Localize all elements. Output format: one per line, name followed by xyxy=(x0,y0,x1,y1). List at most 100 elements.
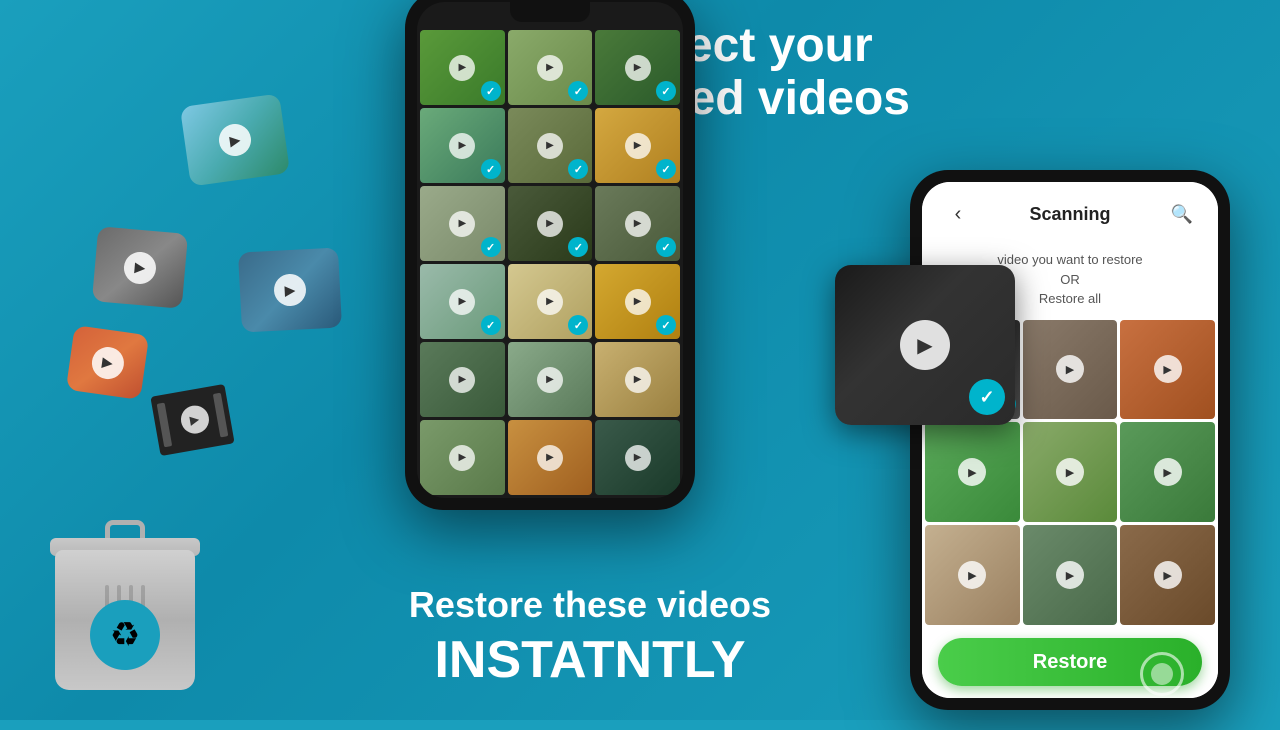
video-thumbnail[interactable]: ▶ ✓ xyxy=(420,264,505,339)
scanning-title: Scanning xyxy=(1029,204,1110,225)
right-video-thumbnail[interactable]: ▶ xyxy=(1120,320,1215,420)
right-video-thumbnail[interactable]: ▶ xyxy=(1023,320,1118,420)
video-thumbnail[interactable]: ▶ xyxy=(420,342,505,417)
play-icon: ▶ xyxy=(123,250,158,285)
play-icon: ▶ xyxy=(625,55,651,81)
play-icon: ▶ xyxy=(1154,561,1182,589)
play-icon: ▶ xyxy=(178,403,210,435)
play-icon: ▶ xyxy=(1056,355,1084,383)
video-thumbnail[interactable]: ▶ xyxy=(508,420,593,495)
right-phone: ‹ Scanning 🔍 video you want to restore O… xyxy=(910,170,1250,730)
touch-icon xyxy=(1140,652,1190,702)
bottom-text: Restore these videos INSTATNTLY xyxy=(330,584,850,690)
recycle-icon: ♻ xyxy=(90,600,160,670)
video-thumbnail[interactable]: ▶ ✓ xyxy=(420,186,505,261)
right-phone-frame: ‹ Scanning 🔍 video you want to restore O… xyxy=(910,170,1230,710)
floating-video-3: ▶ xyxy=(238,247,342,332)
video-thumbnail[interactable]: ▶ ✓ xyxy=(508,186,593,261)
play-icon: ▶ xyxy=(958,458,986,486)
video-thumbnail[interactable]: ▶ ✓ xyxy=(595,186,680,261)
trash-bin-container: ♻ xyxy=(25,470,225,690)
play-icon: ▶ xyxy=(625,211,651,237)
play-icon: ▶ xyxy=(537,211,563,237)
check-mark: ✓ xyxy=(568,315,588,335)
restore-headline-2: INSTATNTLY xyxy=(330,630,850,690)
floating-car-video: ▶ ✓ xyxy=(835,265,1015,425)
play-icon: ▶ xyxy=(89,344,125,380)
check-mark: ✓ xyxy=(656,237,676,257)
play-icon: ▶ xyxy=(273,273,307,307)
center-phone-frame: ▶ ✓ ▶ ✓ ▶ ✓ ▶ ✓ ▶ ✓ ▶ ✓ xyxy=(405,0,695,510)
phone-notch xyxy=(510,2,590,22)
right-video-thumbnail[interactable]: ▶ xyxy=(925,525,1020,625)
right-video-thumbnail[interactable]: ▶ xyxy=(1120,525,1215,625)
right-video-thumbnail[interactable]: ▶ xyxy=(1023,422,1118,522)
video-thumbnail[interactable]: ▶ xyxy=(508,342,593,417)
play-icon: ▶ xyxy=(958,561,986,589)
video-thumbnail[interactable]: ▶ ✓ xyxy=(595,30,680,105)
play-icon: ▶ xyxy=(449,445,475,471)
center-phone-screen: ▶ ✓ ▶ ✓ ▶ ✓ ▶ ✓ ▶ ✓ ▶ ✓ xyxy=(417,2,683,498)
play-icon: ▶ xyxy=(449,133,475,159)
play-icon: ▶ xyxy=(449,211,475,237)
play-icon: ▶ xyxy=(537,289,563,315)
trash-bin: ♻ xyxy=(50,520,200,690)
play-icon: ▶ xyxy=(625,445,651,471)
floating-video-1: ▶ xyxy=(180,93,290,186)
check-mark: ✓ xyxy=(656,315,676,335)
check-mark: ✓ xyxy=(568,159,588,179)
play-icon: ▶ xyxy=(449,289,475,315)
back-button[interactable]: ‹ xyxy=(942,198,974,230)
touch-inner xyxy=(1151,663,1173,685)
check-mark: ✓ xyxy=(568,237,588,257)
right-video-thumbnail[interactable]: ▶ xyxy=(925,422,1020,522)
play-icon: ▶ xyxy=(625,289,651,315)
phone-header: ‹ Scanning 🔍 xyxy=(922,182,1218,242)
check-mark: ✓ xyxy=(481,315,501,335)
video-thumbnail[interactable]: ▶ ✓ xyxy=(595,108,680,183)
trash-body: ♻ xyxy=(55,550,195,690)
play-icon: ▶ xyxy=(1154,355,1182,383)
right-video-thumbnail[interactable]: ▶ xyxy=(1120,422,1215,522)
play-icon: ▶ xyxy=(537,445,563,471)
video-thumbnail[interactable]: ▶ ✓ xyxy=(508,264,593,339)
play-icon: ▶ xyxy=(449,367,475,393)
right-phone-screen: ‹ Scanning 🔍 video you want to restore O… xyxy=(922,182,1218,698)
center-phone: ▶ ✓ ▶ ✓ ▶ ✓ ▶ ✓ ▶ ✓ ▶ ✓ xyxy=(390,0,710,520)
prompt-line1: video you want to restore xyxy=(997,252,1142,267)
right-video-thumbnail[interactable]: ▶ xyxy=(1023,525,1118,625)
check-mark: ✓ xyxy=(481,81,501,101)
check-mark: ✓ xyxy=(656,159,676,179)
check-mark: ✓ xyxy=(568,81,588,101)
play-icon: ▶ xyxy=(1154,458,1182,486)
floating-video-4: ▶ xyxy=(66,325,149,400)
play-icon: ▶ xyxy=(217,122,253,158)
prompt-line2: OR xyxy=(1060,272,1080,287)
touch-circle xyxy=(1140,652,1184,696)
restore-headline-1: Restore these videos xyxy=(330,584,850,626)
video-thumbnail[interactable]: ▶ ✓ xyxy=(508,30,593,105)
play-icon: ▶ xyxy=(537,133,563,159)
check-mark: ✓ xyxy=(481,159,501,179)
search-button[interactable]: 🔍 xyxy=(1166,198,1198,230)
video-thumbnail[interactable]: ▶ xyxy=(595,420,680,495)
play-icon: ▶ xyxy=(900,320,950,370)
video-thumbnail[interactable]: ▶ xyxy=(595,342,680,417)
video-thumbnail[interactable]: ▶ xyxy=(420,420,505,495)
video-thumbnail[interactable]: ▶ ✓ xyxy=(595,264,680,339)
play-icon: ▶ xyxy=(625,367,651,393)
play-icon: ▶ xyxy=(449,55,475,81)
play-icon: ▶ xyxy=(1056,458,1084,486)
play-icon: ▶ xyxy=(537,367,563,393)
video-thumbnail[interactable]: ▶ ✓ xyxy=(508,108,593,183)
film-strip-icon: ▶ xyxy=(150,384,234,456)
video-thumbnail[interactable]: ▶ ✓ xyxy=(420,108,505,183)
floating-video-2: ▶ xyxy=(92,226,188,309)
check-mark: ✓ xyxy=(481,237,501,257)
play-icon: ▶ xyxy=(1056,561,1084,589)
video-thumbnail[interactable]: ▶ ✓ xyxy=(420,30,505,105)
play-icon: ▶ xyxy=(537,55,563,81)
check-mark: ✓ xyxy=(969,379,1005,415)
prompt-line3: Restore all xyxy=(1039,291,1101,306)
play-icon: ▶ xyxy=(625,133,651,159)
